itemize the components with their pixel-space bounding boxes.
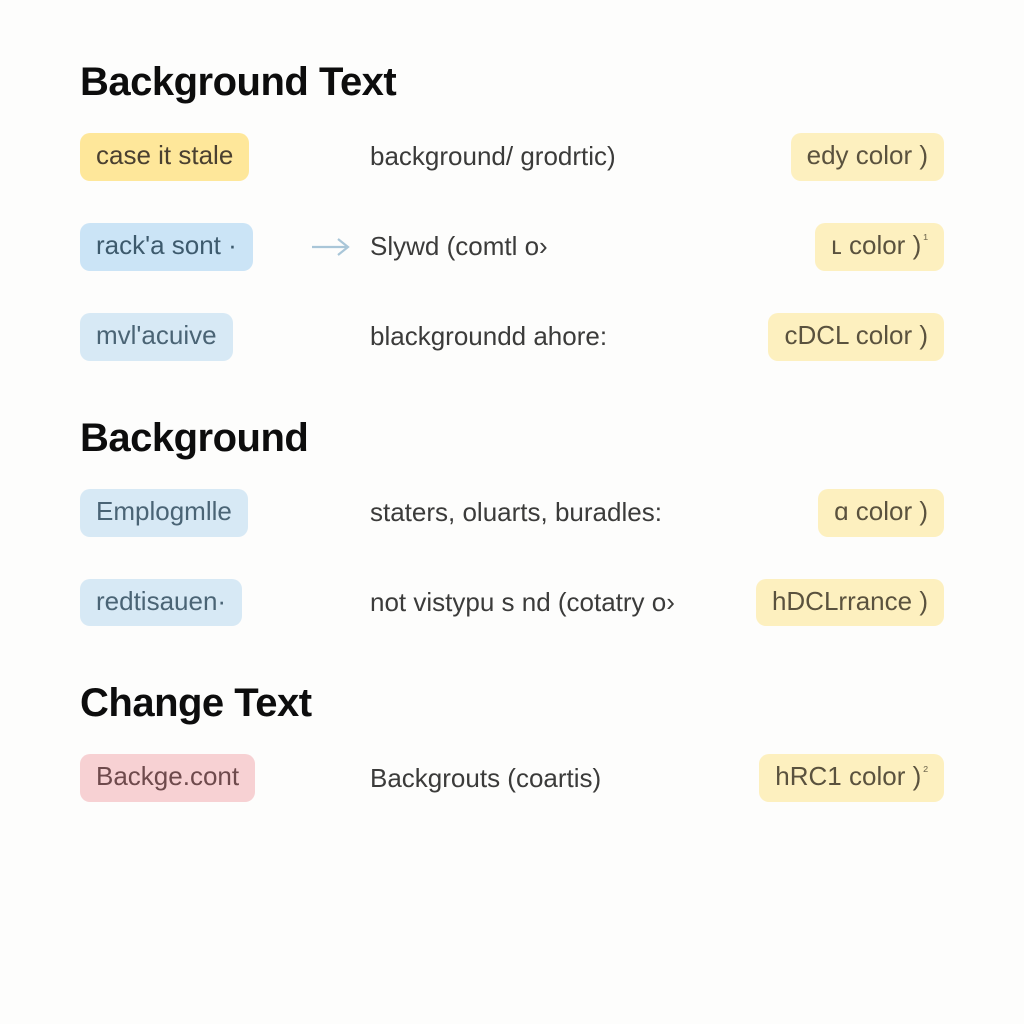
property-value-chip: hRC1 color )² [759,754,944,802]
property-value-chip: cDCL color ) [768,313,944,361]
section-heading: Change Text [80,681,944,726]
property-description: Slywd (comtl o› [370,231,815,262]
property-description: background/ grodrtic) [370,141,791,172]
property-description: blackgroundd ahore: [370,321,768,352]
property-value-chip: ʟ color )¹ [815,223,944,271]
property-value-chip: ɑ color ) [818,489,944,537]
property-description: not vistypu s nd (cotatry o› [370,587,756,618]
property-key-chip: case it stale [80,133,249,181]
property-value-chip: hDCLrrance ) [756,579,944,627]
section-heading: Background Text [80,60,944,105]
superscript-marker: ² [923,764,928,780]
property-value-chip: edy color ) [791,133,944,181]
arrow-icon [310,235,370,259]
property-key-chip: Backge.cont [80,754,255,802]
section-heading: Background [80,416,944,461]
property-row: Backge.cont Backgrouts (coartis)hRC1 colo… [80,754,944,802]
property-row: Emplogmlle staters, oluarts, buradles:ɑ c… [80,489,944,537]
property-key-chip: Emplogmlle [80,489,248,537]
property-description: Backgrouts (coartis) [370,763,759,794]
property-row: case it stale background/ grodrtic)edy co… [80,133,944,181]
property-row: rack'a sont · Slywd (comtl o›ʟ color )¹ [80,223,944,271]
property-row: redtisauen· not vistypu s nd (cotatry o›h… [80,579,944,627]
property-row: mvl'acuive blackgroundd ahore:cDCL color … [80,313,944,361]
property-description: staters, oluarts, buradles: [370,497,818,528]
property-key-chip: mvl'acuive [80,313,233,361]
superscript-marker: ¹ [923,232,928,248]
property-key-chip: rack'a sont · [80,223,253,271]
property-key-chip: redtisauen· [80,579,242,627]
